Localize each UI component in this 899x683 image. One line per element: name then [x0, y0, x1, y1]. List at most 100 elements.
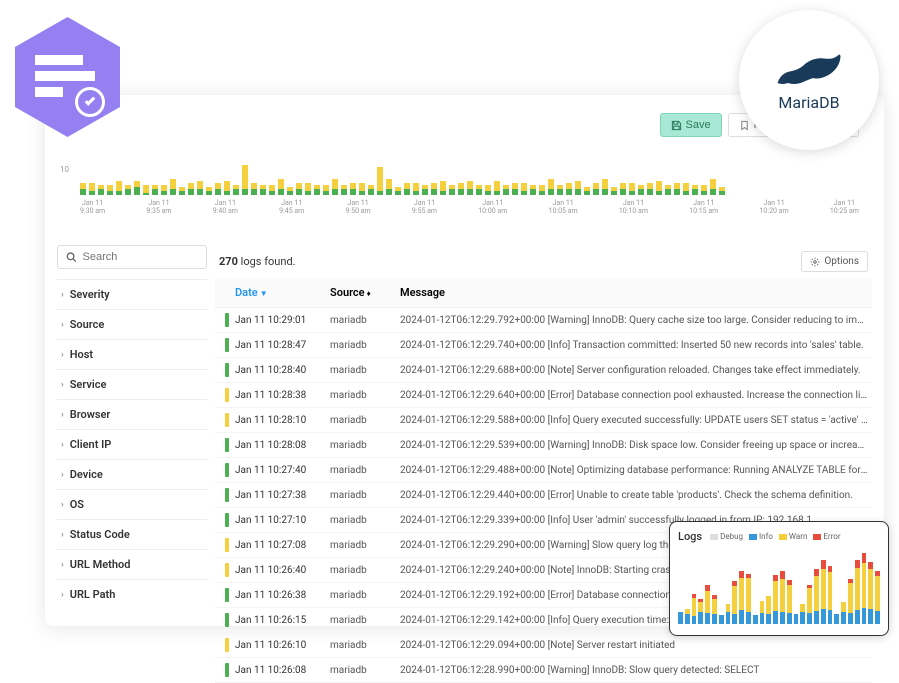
timeline-bar[interactable] — [665, 185, 671, 195]
timeline-bar[interactable] — [368, 185, 374, 195]
timeline-bar[interactable] — [422, 185, 428, 195]
inset-bar[interactable] — [807, 585, 812, 624]
timeline-bar[interactable] — [719, 187, 725, 195]
timeline-bar[interactable] — [692, 185, 698, 195]
timeline-bar[interactable] — [701, 185, 707, 195]
inset-bar[interactable] — [834, 614, 839, 624]
timeline-bar[interactable] — [494, 181, 500, 195]
inset-bar[interactable] — [719, 615, 724, 624]
timeline-bar[interactable] — [143, 185, 149, 195]
timeline-bar[interactable] — [620, 183, 626, 195]
timeline-bar[interactable] — [332, 179, 338, 195]
filter-item-url-path[interactable]: ›URL Path — [57, 579, 207, 609]
timeline-bar[interactable] — [215, 183, 221, 195]
filter-item-service[interactable]: ›Service — [57, 369, 207, 399]
timeline-bar[interactable] — [404, 183, 410, 195]
timeline-bar[interactable] — [539, 185, 545, 195]
inset-bar[interactable] — [753, 615, 758, 624]
timeline-bar[interactable] — [413, 183, 419, 195]
timeline-bar[interactable] — [674, 183, 680, 195]
inset-bar[interactable] — [746, 574, 751, 624]
timeline-bar[interactable] — [548, 179, 554, 195]
inset-bar[interactable] — [692, 594, 697, 624]
log-row[interactable]: Jan 11 10:28:08mariadb2024-01-12T06:12:2… — [215, 433, 872, 458]
timeline-bar[interactable] — [593, 183, 599, 195]
timeline-bar[interactable] — [467, 181, 473, 195]
inset-bar[interactable] — [787, 580, 792, 624]
timeline-bar[interactable] — [116, 181, 122, 195]
timeline-bar[interactable] — [359, 183, 365, 195]
save-button[interactable]: Save — [660, 113, 722, 137]
timeline-bar[interactable] — [296, 183, 302, 195]
timeline-bar[interactable] — [242, 165, 248, 195]
inset-bar[interactable] — [841, 602, 846, 624]
filter-item-os[interactable]: ›OS — [57, 489, 207, 519]
inset-bar[interactable] — [760, 601, 765, 624]
inset-bar[interactable] — [855, 560, 860, 624]
filter-item-url-method[interactable]: ›URL Method — [57, 549, 207, 579]
filter-item-browser[interactable]: ›Browser — [57, 399, 207, 429]
log-row[interactable]: Jan 11 10:29:01mariadb2024-01-12T06:12:2… — [215, 308, 872, 333]
options-button[interactable]: Options — [801, 251, 868, 272]
search-box[interactable] — [57, 245, 207, 269]
timeline-bar[interactable] — [278, 179, 284, 195]
timeline-bar[interactable] — [602, 179, 608, 195]
timeline-bar[interactable] — [485, 185, 491, 195]
timeline-bar[interactable] — [179, 187, 185, 195]
log-row[interactable]: Jan 11 10:28:10mariadb2024-01-12T06:12:2… — [215, 408, 872, 433]
timeline-bar[interactable] — [287, 187, 293, 195]
inset-chart[interactable] — [678, 549, 880, 624]
log-row[interactable]: Jan 11 10:28:40mariadb2024-01-12T06:12:2… — [215, 358, 872, 383]
inset-bar[interactable] — [739, 571, 744, 624]
timeline-chart[interactable]: 10 Jan 119:30 amJan 119:35 amJan 119:40 … — [70, 163, 859, 223]
inset-bar[interactable] — [868, 562, 873, 624]
timeline-bar[interactable] — [386, 179, 392, 195]
timeline-bar[interactable] — [80, 183, 86, 195]
filter-item-client-ip[interactable]: ›Client IP — [57, 429, 207, 459]
timeline-bar[interactable] — [224, 181, 230, 195]
timeline-bar[interactable] — [557, 185, 563, 195]
timeline-bar[interactable] — [503, 185, 509, 195]
inset-bar[interactable] — [780, 571, 785, 624]
inset-bar[interactable] — [705, 585, 710, 624]
inset-bar[interactable] — [862, 553, 867, 624]
inset-bar[interactable] — [828, 566, 833, 624]
inset-bar[interactable] — [732, 581, 737, 624]
filter-item-source[interactable]: ›Source — [57, 309, 207, 339]
timeline-bar[interactable] — [323, 185, 329, 195]
col-message[interactable]: Message — [400, 286, 868, 299]
timeline-bar[interactable] — [170, 179, 176, 195]
timeline-bar[interactable] — [458, 183, 464, 195]
timeline-bar[interactable] — [89, 183, 95, 195]
inset-bar[interactable] — [766, 596, 771, 624]
timeline-bar[interactable] — [431, 183, 437, 195]
filter-item-severity[interactable]: ›Severity — [57, 279, 207, 309]
inset-bar[interactable] — [875, 571, 880, 624]
timeline-bar[interactable] — [683, 183, 689, 195]
inset-bar[interactable] — [800, 604, 805, 624]
timeline-bar[interactable] — [305, 183, 311, 195]
timeline-bar[interactable] — [251, 183, 257, 195]
timeline-bar[interactable] — [476, 185, 482, 195]
timeline-bar[interactable] — [440, 181, 446, 195]
inset-bar[interactable] — [685, 609, 690, 624]
timeline-bar[interactable] — [161, 185, 167, 195]
timeline-bar[interactable] — [512, 183, 518, 195]
timeline-bar[interactable] — [449, 185, 455, 195]
inset-bar[interactable] — [773, 575, 778, 624]
timeline-bar[interactable] — [575, 181, 581, 195]
inset-bar[interactable] — [814, 569, 819, 624]
timeline-bar[interactable] — [638, 185, 644, 195]
inset-bar[interactable] — [678, 612, 683, 624]
timeline-bar[interactable] — [566, 183, 572, 195]
timeline-bar[interactable] — [710, 179, 716, 195]
timeline-bar[interactable] — [260, 185, 266, 195]
inset-bar[interactable] — [726, 604, 731, 624]
timeline-bar[interactable] — [395, 187, 401, 195]
timeline-bar[interactable] — [188, 183, 194, 195]
timeline-bar[interactable] — [611, 187, 617, 195]
inset-bar[interactable] — [794, 614, 799, 624]
log-row[interactable]: Jan 11 10:27:40mariadb2024-01-12T06:12:2… — [215, 458, 872, 483]
col-date[interactable]: Date▼ — [235, 286, 330, 299]
timeline-bar[interactable] — [197, 181, 203, 195]
